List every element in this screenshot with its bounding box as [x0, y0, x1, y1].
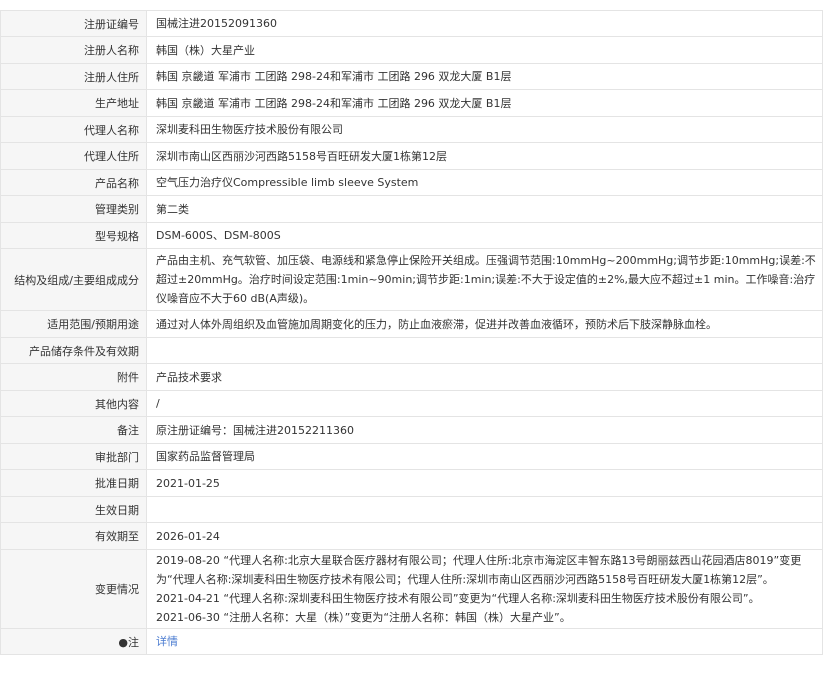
row-production-address: 生产地址 韩国 京畿道 军浦市 工团路 298-24和军浦市 工团路 296 双…: [0, 89, 823, 117]
row-attachment: 附件 产品技术要求: [0, 363, 823, 391]
row-value: 空气压力治疗仪Compressible limb sleeve System: [146, 169, 823, 196]
row-label: 代理人住所: [0, 142, 147, 170]
row-value: 深圳市南山区西丽沙河西路5158号百旺研发大厦1栋第12层: [146, 142, 823, 170]
row-effective-date: 生效日期: [0, 496, 823, 523]
row-label: 型号规格: [0, 222, 147, 249]
row-intended-use: 适用范围/预期用途 通过对人体外周组织及血管施加周期变化的压力，防止血液瘀滞，促…: [0, 310, 823, 338]
row-model-spec: 型号规格 DSM-600S、DSM-800S: [0, 222, 823, 249]
row-value: DSM-600S、DSM-800S: [146, 222, 823, 249]
row-change-history: 变更情况 2019-08-20 “代理人名称:北京大星联合医疗器材有限公司；代理…: [0, 549, 823, 629]
row-value: 深圳麦科田生物医疗技术股份有限公司: [146, 116, 823, 143]
row-management-class: 管理类别 第二类: [0, 195, 823, 223]
row-registration-number: 注册证编号 国械注进20152091360: [0, 10, 823, 37]
row-value: 韩国（株）大星产业: [146, 36, 823, 64]
registration-info-table: 注册证编号 国械注进20152091360 注册人名称 韩国（株）大星产业 注册…: [0, 10, 823, 655]
row-storage-validity: 产品储存条件及有效期: [0, 337, 823, 364]
row-value: 通过对人体外周组织及血管施加周期变化的压力，防止血液瘀滞，促进并改善血液循环，预…: [146, 310, 823, 338]
row-registrant-address: 注册人住所 韩国 京畿道 军浦市 工团路 298-24和军浦市 工团路 296 …: [0, 63, 823, 90]
row-label: 附件: [0, 363, 147, 391]
row-value: [146, 337, 823, 364]
row-label: 注册人名称: [0, 36, 147, 64]
row-valid-until: 有效期至 2026-01-24: [0, 522, 823, 550]
row-other-content: 其他内容 /: [0, 390, 823, 417]
row-value: 国械注进20152091360: [146, 10, 823, 37]
row-structure-composition: 结构及组成/主要组成成分 产品由主机、充气软管、加压袋、电源线和紧急停止保险开关…: [0, 248, 823, 311]
row-approval-date: 批准日期 2021-01-25: [0, 469, 823, 497]
row-label: 结构及组成/主要组成成分: [0, 248, 147, 311]
row-value: 2026-01-24: [146, 522, 823, 550]
row-value: /: [146, 390, 823, 417]
row-label: 其他内容: [0, 390, 147, 417]
row-value: 国家药品监督管理局: [146, 443, 823, 470]
row-label: 生效日期: [0, 496, 147, 523]
row-label: 注册证编号: [0, 10, 147, 37]
row-remark: 备注 原注册证编号：国械注进20152211360: [0, 416, 823, 444]
row-label: 注册人住所: [0, 63, 147, 90]
row-registrant-name: 注册人名称 韩国（株）大星产业: [0, 36, 823, 64]
row-approval-department: 审批部门 国家药品监督管理局: [0, 443, 823, 470]
row-product-name: 产品名称 空气压力治疗仪Compressible limb sleeve Sys…: [0, 169, 823, 196]
row-value: [146, 496, 823, 523]
row-value: 第二类: [146, 195, 823, 223]
row-label: 审批部门: [0, 443, 147, 470]
row-label: 生产地址: [0, 89, 147, 117]
row-value: 2021-01-25: [146, 469, 823, 497]
row-value: 韩国 京畿道 军浦市 工团路 298-24和军浦市 工团路 296 双龙大厦 B…: [146, 63, 823, 90]
row-label: 有效期至: [0, 522, 147, 550]
row-label: 产品名称: [0, 169, 147, 196]
row-label: 代理人名称: [0, 116, 147, 143]
row-label: 管理类别: [0, 195, 147, 223]
row-agent-name: 代理人名称 深圳麦科田生物医疗技术股份有限公司: [0, 116, 823, 143]
row-label: 备注: [0, 416, 147, 444]
row-label: 批准日期: [0, 469, 147, 497]
row-value: 2019-08-20 “代理人名称:北京大星联合医疗器材有限公司；代理人住所:北…: [146, 549, 823, 629]
row-agent-address: 代理人住所 深圳市南山区西丽沙河西路5158号百旺研发大厦1栋第12层: [0, 142, 823, 170]
note-label: 注: [128, 635, 139, 649]
row-value: 产品技术要求: [146, 363, 823, 391]
row-value: 详情: [146, 628, 823, 655]
row-label: 变更情况: [0, 549, 147, 629]
row-note: ●注 详情: [0, 628, 823, 655]
row-value: 韩国 京畿道 军浦市 工团路 298-24和军浦市 工团路 296 双龙大厦 B…: [146, 89, 823, 117]
row-label: ●注: [0, 628, 147, 655]
row-label: 适用范围/预期用途: [0, 310, 147, 338]
details-link[interactable]: 详情: [156, 635, 178, 648]
row-label: 产品储存条件及有效期: [0, 337, 147, 364]
info-icon: ●: [118, 635, 128, 649]
row-value: 原注册证编号：国械注进20152211360: [146, 416, 823, 444]
row-value: 产品由主机、充气软管、加压袋、电源线和紧急停止保险开关组成。压强调节范围:10m…: [146, 248, 823, 311]
